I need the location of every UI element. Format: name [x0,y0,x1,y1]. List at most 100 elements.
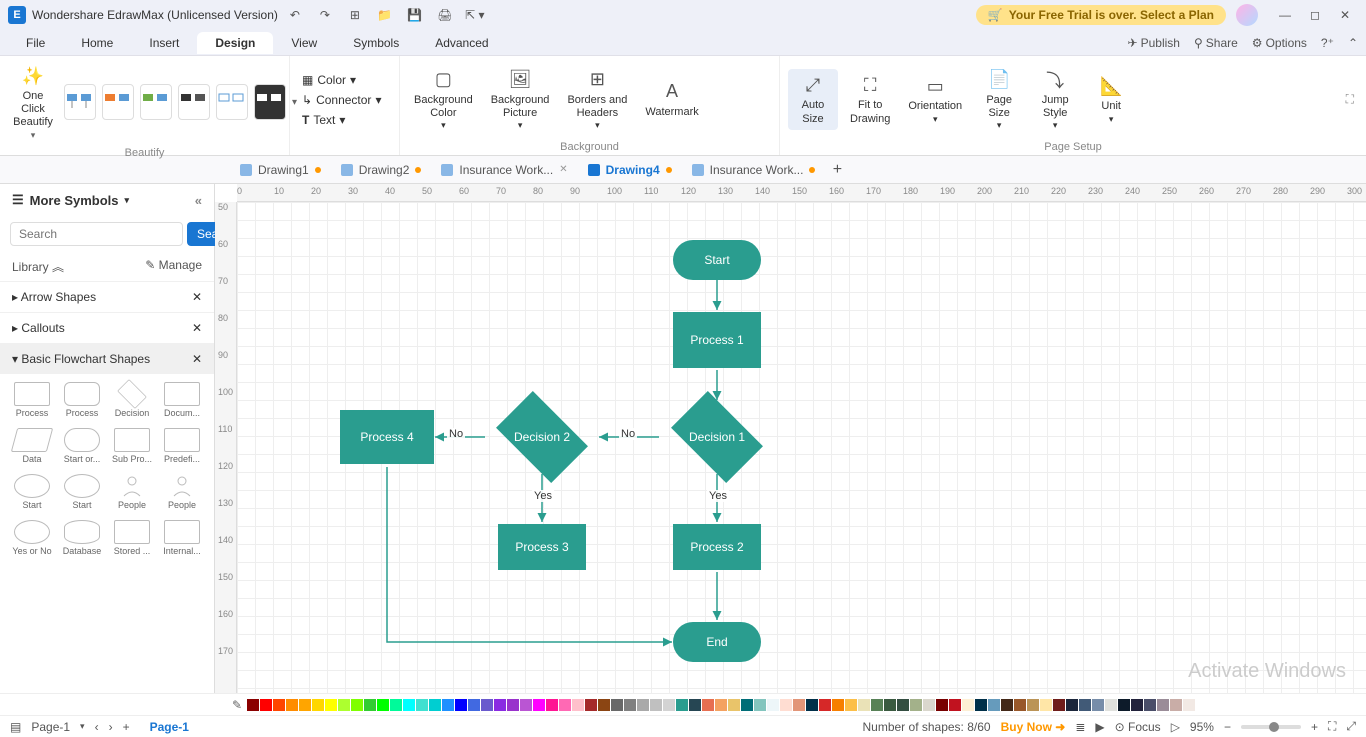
color-swatch[interactable] [702,699,714,711]
zoom-in-button[interactable]: + [1311,720,1318,734]
color-swatch[interactable] [910,699,922,711]
color-swatch[interactable] [1144,699,1156,711]
color-swatch[interactable] [871,699,883,711]
color-swatch[interactable] [598,699,610,711]
category-arrow-shapes[interactable]: ▸ Arrow Shapes✕ [0,281,214,312]
color-swatch[interactable] [663,699,675,711]
publish-button[interactable]: ✈ Publish [1128,36,1180,50]
color-swatch[interactable] [897,699,909,711]
theme-style-4[interactable] [178,84,210,120]
color-swatch[interactable] [1170,699,1182,711]
shape-palette-item[interactable]: Data [8,424,56,468]
color-swatch[interactable] [715,699,727,711]
ribbon-expand-button[interactable]: ⛶ [1342,88,1358,111]
color-swatch[interactable] [637,699,649,711]
fit-drawing-button[interactable]: ⛶Fit to Drawing [844,69,896,129]
color-swatch[interactable] [988,699,1000,711]
unit-button[interactable]: 📐Unit▾ [1086,70,1136,128]
node-process-1[interactable]: Process 1 [673,312,761,368]
color-swatch[interactable] [1066,699,1078,711]
node-process-4[interactable]: Process 4 [340,410,434,464]
manage-button[interactable]: ✎ Manage [145,258,202,275]
shape-palette-item[interactable]: Stored ... [108,516,156,560]
color-swatch[interactable] [832,699,844,711]
export-button[interactable]: ⇱ ▾ [462,2,488,28]
color-swatch[interactable] [494,699,506,711]
borders-headers-button[interactable]: ⊞Borders and Headers▾ [561,64,633,135]
color-swatch[interactable] [1079,699,1091,711]
menu-design[interactable]: Design [197,32,273,54]
close-category-icon[interactable]: ✕ [192,352,202,366]
color-swatch[interactable] [1118,699,1130,711]
help-button[interactable]: ?⁺ [1321,36,1334,50]
color-swatch[interactable] [1027,699,1039,711]
auto-size-button[interactable]: ⤢Auto Size [788,69,838,129]
color-swatch[interactable] [936,699,948,711]
more-symbols-label[interactable]: More Symbols [30,193,119,208]
doc-tab-4[interactable]: Drawing4 [578,156,682,183]
color-swatch[interactable] [364,699,376,711]
page-tab[interactable]: Page-1 [140,720,199,734]
category-basic-flowchart[interactable]: ▾ Basic Flowchart Shapes✕ [0,343,214,374]
watermark-button[interactable]: AWatermark [639,76,704,123]
color-swatch[interactable] [793,699,805,711]
shape-palette-item[interactable]: Yes or No [8,516,56,560]
color-swatch[interactable] [962,699,974,711]
shape-palette-item[interactable]: Start [58,470,106,514]
maximize-button[interactable]: ◻ [1302,2,1328,28]
shape-palette-item[interactable]: Process [8,378,56,422]
shape-palette-item[interactable]: Docum... [158,378,206,422]
fit-page-button[interactable]: ⛶ [1328,719,1336,734]
color-swatch[interactable] [689,699,701,711]
color-swatch[interactable] [507,699,519,711]
color-swatch[interactable] [949,699,961,711]
color-swatch[interactable] [468,699,480,711]
color-swatch[interactable] [624,699,636,711]
theme-style-6[interactable] [254,84,286,120]
color-swatch[interactable] [676,699,688,711]
color-swatch[interactable] [559,699,571,711]
theme-style-1[interactable] [64,84,96,120]
color-swatch[interactable] [260,699,272,711]
orientation-button[interactable]: ▭Orientation▾ [902,70,968,128]
eyedropper-icon[interactable]: ✎ [232,698,242,712]
layers-button[interactable]: ≣ [1075,720,1085,734]
shape-palette-item[interactable]: Decision [108,378,156,422]
doc-tab-5[interactable]: Insurance Work... [682,156,826,183]
color-swatch[interactable] [442,699,454,711]
color-swatch[interactable] [1183,699,1195,711]
new-button[interactable]: ⊞ [342,2,368,28]
play-button[interactable]: ▷ [1171,720,1180,734]
color-swatch[interactable] [416,699,428,711]
redo-button[interactable]: ↷ [312,2,338,28]
color-swatch[interactable] [858,699,870,711]
menu-insert[interactable]: Insert [131,32,197,54]
color-swatch[interactable] [585,699,597,711]
color-swatch[interactable] [1053,699,1065,711]
color-swatch[interactable] [403,699,415,711]
color-swatch[interactable] [286,699,298,711]
menu-home[interactable]: Home [63,32,131,54]
color-swatch[interactable] [1157,699,1169,711]
node-process-3[interactable]: Process 3 [498,524,586,570]
fullscreen-button[interactable]: ⤢ [1346,719,1356,734]
doc-tab-2[interactable]: Drawing2 [331,156,432,183]
open-button[interactable]: 📁 [372,2,398,28]
node-decision-1[interactable]: Decision 1 [661,400,773,474]
zoom-level[interactable]: 95% [1190,720,1214,734]
theme-style-2[interactable] [102,84,134,120]
color-swatch[interactable] [325,699,337,711]
color-swatch[interactable] [767,699,779,711]
one-click-beautify-button[interactable]: ✨ One Click Beautify ▾ [8,60,58,145]
close-category-icon[interactable]: ✕ [192,290,202,304]
user-avatar[interactable] [1236,4,1258,26]
shape-palette-item[interactable]: Internal... [158,516,206,560]
color-swatch[interactable] [455,699,467,711]
current-page-label[interactable]: Page-1 [31,720,70,734]
color-swatch[interactable] [429,699,441,711]
color-swatch[interactable] [819,699,831,711]
color-swatch[interactable] [1014,699,1026,711]
shape-palette-item[interactable]: Process [58,378,106,422]
collapse-ribbon-button[interactable]: ⌃ [1348,36,1358,50]
color-swatch[interactable] [338,699,350,711]
